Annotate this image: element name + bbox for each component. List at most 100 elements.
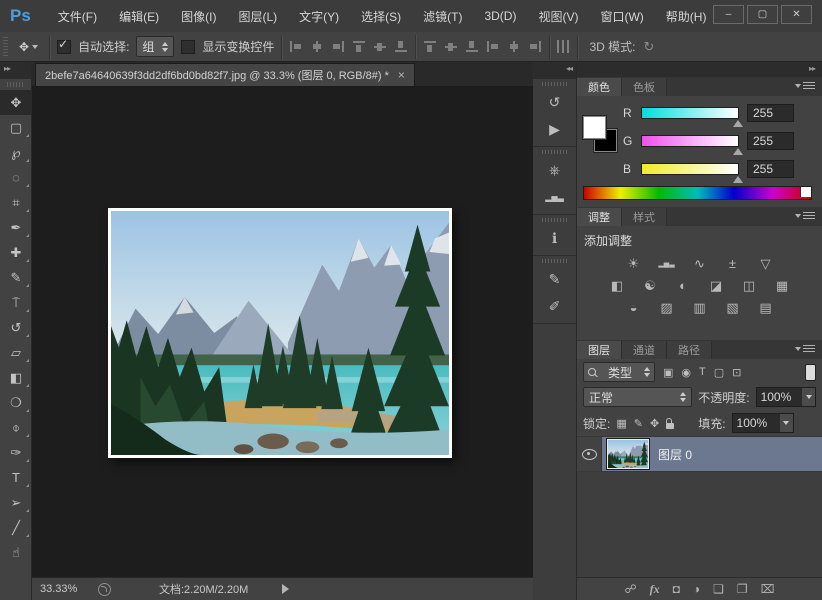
menu-file[interactable]: 文件(F) [47,8,108,25]
align-h-center-icon[interactable] [310,40,324,53]
tool-clone-stamp[interactable]: ⍑ [0,290,32,315]
distribute-top-icon[interactable] [423,40,437,53]
align-bottom-icon[interactable] [394,40,408,53]
new-layer-icon[interactable]: ❐ [737,582,748,596]
zoom-level-field[interactable]: 33.33% [40,583,92,595]
pixel-layer-filter-icon[interactable]: ▣ [663,366,673,379]
tab-styles[interactable]: 样式 [622,208,667,226]
current-tool-badge[interactable]: ✥ [15,40,42,54]
foreground-color-swatch[interactable] [583,116,606,139]
menu-filter[interactable]: 滤镜(T) [412,8,473,25]
tools-collapse-icon[interactable]: ▸▸ [0,62,31,79]
tool-blur[interactable]: ❍ [0,390,32,415]
align-right-icon[interactable] [331,40,345,53]
menu-select[interactable]: 选择(S) [350,8,412,25]
green-value-field[interactable]: 255 [747,132,794,150]
tool-line[interactable]: ╱ [0,515,32,540]
type-layer-filter-icon[interactable]: T [699,366,706,378]
slider-thumb-icon[interactable] [733,115,743,127]
adjustment-posterize-icon[interactable]: ▨ [655,298,679,317]
canvas[interactable] [32,87,533,577]
filter-toggle-switch[interactable] [805,364,816,381]
opacity-field[interactable]: 100% [756,387,816,407]
auto-align-layers-icon[interactable] [557,40,570,53]
visibility-cell[interactable] [577,437,602,471]
distribute-bottom-icon[interactable] [465,40,479,53]
new-adjustment-layer-icon[interactable]: ◑ [693,582,700,596]
link-layers-icon[interactable]: ☍ [624,582,636,596]
status-menu-arrow-icon[interactable] [282,584,294,594]
document-tab[interactable]: 2befe7a64640639f3dd2df6bd0bd82f7.jpg @ 3… [35,63,415,86]
adjustment-color-lookup-icon[interactable]: ▦ [770,276,794,295]
adjustment-curves-icon[interactable]: ∿ [688,254,712,273]
menu-window[interactable]: 窗口(W) [589,8,654,25]
adjustment-invert-icon[interactable]: ◒ [622,298,646,317]
navigator-panel-icon[interactable]: ⎈ [533,157,576,184]
menu-view[interactable]: 视图(V) [527,8,589,25]
adjustment-hue-saturation-icon[interactable]: ◧ [605,276,629,295]
menu-edit[interactable]: 编辑(E) [108,8,170,25]
brush-presets-panel-icon[interactable]: ✐ [533,293,576,320]
adjustment-channel-mixer-icon[interactable]: ◫ [737,276,761,295]
tool-quick-selection[interactable]: ◌ [0,165,32,190]
adjustment-exposure-icon[interactable]: ± [721,254,745,273]
panel-menu-icon[interactable] [803,82,815,90]
tab-swatches[interactable]: 色板 [622,78,667,96]
color-spectrum-ramp[interactable] [583,186,812,200]
histogram-panel-icon[interactable]: ▂▅▃ [533,184,576,211]
smart-object-filter-icon[interactable]: ⊡ [732,366,741,379]
adjustment-color-balance-icon[interactable]: ☯ [638,276,662,295]
white-swatch[interactable] [800,187,811,197]
menu-layer[interactable]: 图层(L) [227,8,288,25]
tool-brush[interactable]: ✎ [0,265,32,290]
minimize-button[interactable]: – [713,5,744,24]
fill-field[interactable]: 100% [732,413,794,433]
layer-row[interactable]: 图层 0 [577,436,822,472]
dock-collapse-icon[interactable]: ◂◂ [533,62,576,79]
delete-layer-icon[interactable]: ⌧ [761,582,775,596]
blue-value-field[interactable]: 255 [747,160,794,178]
distribute-h-center-icon[interactable] [507,40,521,53]
layer-name[interactable]: 图层 0 [658,446,692,463]
layer-entry-selected[interactable]: 图层 0 [602,437,822,471]
adjustment-black-white-icon[interactable]: ◐ [671,276,695,295]
adjustment-gradient-map-icon[interactable]: ▤ [754,298,778,317]
tab-color[interactable]: 颜色 [577,78,622,96]
show-transform-checkbox[interactable] [181,40,195,54]
distribute-v-center-icon[interactable] [444,40,458,53]
restore-button[interactable]: ▢ [747,5,778,24]
red-value-field[interactable]: 255 [747,104,794,122]
tool-history-brush[interactable]: ↺ [0,315,32,340]
lock-paint-icon[interactable]: ✎ [634,417,643,430]
tool-lasso[interactable]: ℘ [0,140,32,165]
tool-hand[interactable]: ☝ [0,540,32,565]
tool-spot-healing-brush[interactable]: ✚ [0,240,32,265]
tool-dodge[interactable]: ⌽ [0,415,32,440]
info-panel-icon[interactable]: ℹ [533,225,576,252]
actions-panel-icon[interactable]: ▶ [533,116,576,143]
tool-presets-panel-icon[interactable]: ✎ [533,266,576,293]
add-layer-mask-icon[interactable]: ◘ [673,582,680,596]
lock-transparency-icon[interactable]: ▦ [616,417,626,430]
tool-eyedropper[interactable]: ✒ [0,215,32,240]
adjustment-vibrance-icon[interactable]: ▽ [754,254,778,273]
adjustment-layer-filter-icon[interactable]: ◉ [681,366,691,379]
tab-channels[interactable]: 通道 [622,341,667,359]
tool-rectangular-marquee[interactable]: ▢ [0,115,32,140]
blend-mode-dropdown[interactable]: 正常 [583,387,692,407]
align-top-icon[interactable] [352,40,366,53]
layer-thumbnail[interactable] [607,439,649,469]
tab-paths[interactable]: 路径 [667,341,712,359]
menu-3d[interactable]: 3D(D) [473,9,527,23]
tab-layers[interactable]: 图层 [577,341,622,359]
filter-type-dropdown[interactable]: 类型 [583,362,655,382]
lock-all-icon[interactable] [666,423,674,429]
align-v-center-icon[interactable] [373,40,387,53]
dropdown-arrow-icon[interactable] [802,388,815,406]
shape-layer-filter-icon[interactable]: ▢ [714,366,724,379]
tool-crop[interactable]: ⌗ [0,190,32,215]
tool-pen[interactable]: ✑ [0,440,32,465]
tool-paint-bucket[interactable]: ◧ [0,365,32,390]
lock-position-icon[interactable]: ✥ [650,417,659,430]
red-slider[interactable] [641,107,739,119]
